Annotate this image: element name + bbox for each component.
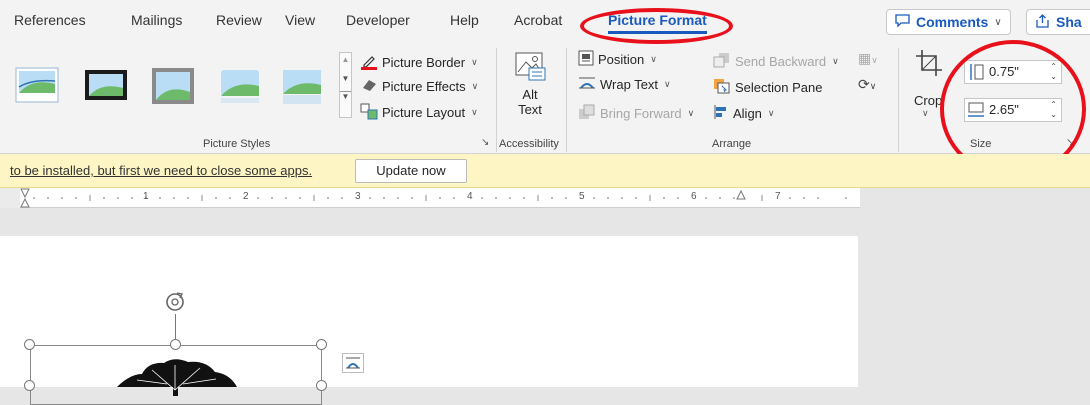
tab-acrobat[interactable]: Acrobat <box>514 12 562 28</box>
update-notification-bar: to be installed, but first we need to cl… <box>0 154 1090 188</box>
group-label-accessibility: Accessibility <box>499 138 559 150</box>
ribbon-tab-bar: References Mailings Review View Develope… <box>0 0 1090 42</box>
ruler-number: 1 <box>143 191 149 202</box>
effects-icon <box>360 77 378 96</box>
group-label-picture-styles: Picture Styles <box>203 138 271 150</box>
dialog-launcher-icon[interactable]: ↘ <box>481 137 489 148</box>
resize-handle[interactable] <box>316 380 327 391</box>
send-backward-button[interactable]: Send Backward ∨ <box>713 52 839 71</box>
document-page[interactable] <box>0 236 858 405</box>
share-icon <box>1035 13 1050 31</box>
alt-text-icon <box>513 52 547 87</box>
bring-forward-button[interactable]: Bring Forward ∨ <box>578 104 694 123</box>
ruler-number: 3 <box>355 191 361 202</box>
picture-style-5[interactable] <box>279 64 325 108</box>
group-separator <box>566 48 567 152</box>
picture-style-2[interactable] <box>83 64 129 108</box>
bring-forward-icon <box>578 104 596 123</box>
send-backward-icon <box>713 52 731 71</box>
ruler-ticks <box>0 188 847 208</box>
resize-handle[interactable] <box>24 380 35 391</box>
chevron-down-icon: ∨ <box>471 107 478 117</box>
gallery-more-icon[interactable]: ▼ <box>340 91 351 101</box>
picture-layout-button[interactable]: Picture Layout ∨ <box>360 102 478 123</box>
ruler-number: 4 <box>467 191 473 202</box>
rotate-handle-icon[interactable] <box>164 291 186 316</box>
tree-image <box>112 356 242 399</box>
resize-handle[interactable] <box>24 339 35 350</box>
tab-review[interactable]: Review <box>216 12 262 28</box>
picture-border-button[interactable]: Picture Border ∨ <box>360 52 478 73</box>
tab-help[interactable]: Help <box>450 12 479 28</box>
chevron-down-icon: ∨ <box>767 108 775 118</box>
share-label: Sha <box>1056 14 1082 30</box>
resize-handle[interactable] <box>316 339 327 350</box>
chevron-down-icon: ∨ <box>994 16 1002 28</box>
comments-label: Comments <box>916 14 989 30</box>
scroll-down-icon[interactable]: ▼ <box>340 74 351 83</box>
chevron-down-icon: ∨ <box>664 79 671 89</box>
layout-options-icon <box>343 357 363 375</box>
group-label-arrange: Arrange <box>712 138 752 150</box>
horizontal-ruler[interactable]: 1 2 3 4 5 6 7 <box>0 188 860 208</box>
layout-icon <box>360 102 378 123</box>
chevron-down-icon: ∨ <box>471 81 479 91</box>
update-now-button[interactable]: Update now <box>355 159 467 183</box>
comments-button[interactable]: Comments ∨ <box>886 9 1011 35</box>
picture-style-4[interactable] <box>217 64 263 108</box>
group-objects-icon[interactable]: ▦∨ <box>858 50 878 67</box>
alt-text-button[interactable]: Alt Text <box>508 50 552 117</box>
group-separator <box>496 48 497 152</box>
picture-style-1[interactable] <box>14 64 60 108</box>
align-button[interactable]: Align ∨ <box>713 104 775 123</box>
ribbon-picture-format: ▲ ▼ ▼ Picture Border ∨ Picture Effects ∨ P… <box>0 42 1090 154</box>
resize-handle[interactable] <box>170 339 181 350</box>
tab-view[interactable]: View <box>285 12 315 28</box>
ruler-number: 5 <box>579 191 585 202</box>
comment-icon <box>895 14 910 30</box>
chevron-down-icon: ∨ <box>650 54 657 64</box>
selection-pane-button[interactable]: Selection Pane <box>713 78 822 97</box>
align-icon <box>713 104 729 123</box>
ruler-number: 7 <box>775 191 781 202</box>
picture-effects-button[interactable]: Picture Effects ∨ <box>360 77 478 96</box>
position-button[interactable]: Position ∨ <box>578 50 657 69</box>
tab-references[interactable]: References <box>14 12 86 28</box>
chevron-down-icon: ∨ <box>832 56 839 66</box>
update-message[interactable]: to be installed, but first we need to cl… <box>10 163 312 178</box>
share-button[interactable]: Sha <box>1026 9 1090 35</box>
chevron-down-icon: ∨ <box>687 108 695 118</box>
tab-developer[interactable]: Developer <box>346 12 410 28</box>
group-separator <box>898 48 899 152</box>
picture-style-3[interactable] <box>150 64 196 108</box>
position-icon <box>578 50 594 69</box>
rotate-objects-icon[interactable]: ⟳∨ <box>858 76 876 93</box>
ruler-number: 2 <box>243 191 249 202</box>
tab-mailings[interactable]: Mailings <box>131 12 182 28</box>
ruler-number: 6 <box>691 191 697 202</box>
picture-format-highlight <box>580 8 733 44</box>
layout-options-button[interactable] <box>342 353 364 373</box>
crop-icon <box>914 50 944 81</box>
chevron-down-icon: ∨ <box>471 57 478 67</box>
selection-pane-icon <box>713 78 731 97</box>
styles-gallery-scroll[interactable]: ▲ ▼ ▼ <box>339 52 352 118</box>
pen-icon <box>360 52 378 73</box>
wrap-text-button[interactable]: Wrap Text ∨ <box>578 76 671 93</box>
wrap-text-icon <box>578 76 596 93</box>
scroll-up-icon[interactable]: ▲ <box>340 55 351 64</box>
